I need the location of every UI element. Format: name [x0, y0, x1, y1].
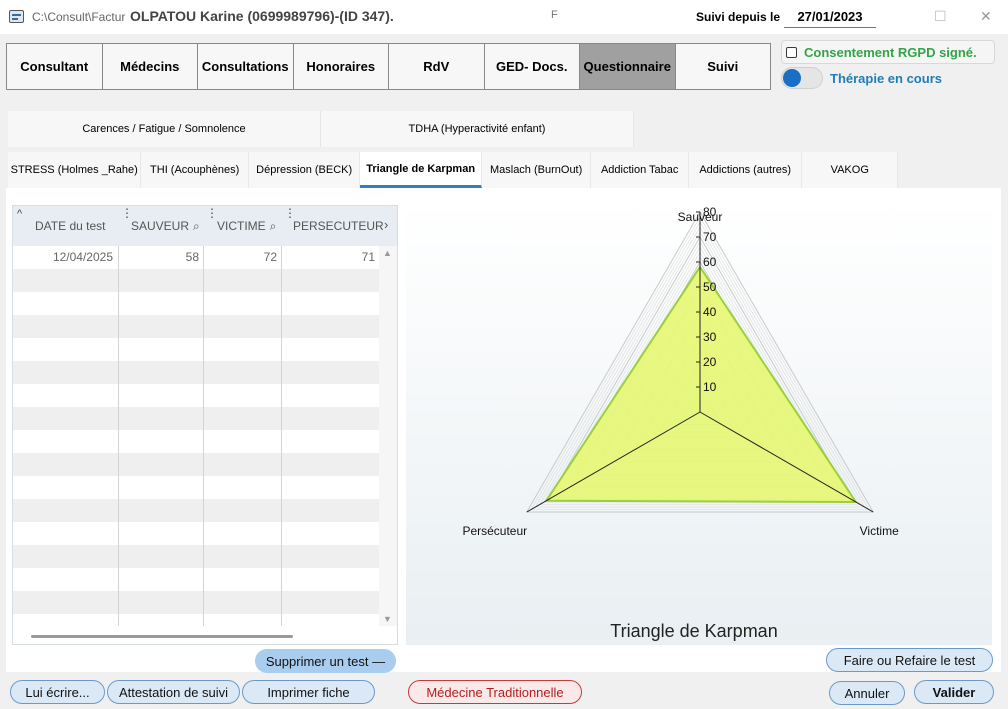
close-icon[interactable]: ✕: [980, 8, 992, 25]
horizontal-scrollbar[interactable]: [31, 635, 293, 638]
main-tab-0[interactable]: Consultant: [7, 44, 103, 89]
table-row[interactable]: [13, 315, 381, 338]
col-persecuteur[interactable]: PERSECUTEUR: [293, 206, 384, 246]
category-tab-1[interactable]: TDHA (Hyperactivité enfant): [321, 111, 634, 147]
tick-label: 10: [703, 380, 717, 394]
sort-up-icon[interactable]: ^: [17, 208, 22, 220]
rgpd-label: Consentement RGPD signé.: [804, 44, 977, 60]
annuler-button[interactable]: Annuler: [829, 681, 905, 705]
table-row[interactable]: [13, 407, 381, 430]
chart-title: Triangle de Karpman: [610, 621, 777, 641]
table-cell: 71: [361, 250, 375, 264]
table-body: 12/04/2025 58 72 71: [13, 246, 381, 626]
column-divider: [118, 246, 119, 626]
valider-button[interactable]: Valider: [914, 680, 994, 704]
main-tab-7[interactable]: Suivi: [675, 44, 770, 89]
sub-tab-1[interactable]: THI (Acouphènes): [141, 152, 249, 188]
sub-tab-0[interactable]: STRESS (Holmes _Rahe): [8, 152, 142, 188]
main-tab-1[interactable]: Médecins: [102, 44, 198, 89]
table-row[interactable]: [13, 338, 381, 361]
sub-tab-3[interactable]: Triangle de Karpman: [360, 152, 482, 188]
suivi-date-field[interactable]: 27/01/2023: [784, 6, 876, 28]
sub-tab-5[interactable]: Addiction Tabac: [591, 152, 689, 188]
faire-test-button[interactable]: Faire ou Refaire le test: [826, 648, 993, 672]
table-cell: 58: [185, 250, 199, 264]
main-tab-6[interactable]: Questionnaire: [580, 44, 676, 89]
table-row[interactable]: [13, 614, 381, 637]
results-table: ^ DATE du test ⋮ SAUVEUR ⌕ ⋮ VICTIME ⌕ ⋮ P…: [12, 205, 398, 645]
main-tab-4[interactable]: RdV: [389, 44, 485, 89]
toggle-knob: [783, 69, 801, 87]
rgpd-consent[interactable]: Consentement RGPD signé.: [781, 40, 995, 64]
table-row[interactable]: [13, 545, 381, 568]
col-victime[interactable]: VICTIME ⌕: [217, 206, 293, 246]
patient-title: OLPATOU Karine (0699989796)-(ID 347).: [130, 8, 394, 24]
sub-tab-2[interactable]: Dépression (BECK): [248, 152, 361, 188]
maximize-icon[interactable]: ☐: [934, 8, 947, 25]
chevron-right-icon[interactable]: ›: [384, 217, 388, 232]
vertical-scrollbar[interactable]: ▲ ▼: [379, 246, 397, 626]
col-date[interactable]: DATE du test: [35, 206, 115, 246]
imprimer-fiche-button[interactable]: Imprimer fiche: [242, 680, 375, 704]
main-tab-5[interactable]: GED- Docs.: [484, 44, 580, 89]
rgpd-checkbox[interactable]: [786, 46, 797, 58]
therapie-label: Thérapie en cours: [830, 71, 942, 86]
main-tabs: Consultant Médecins Consultations Honoraire…: [6, 43, 771, 90]
axis-label: Victime: [860, 524, 899, 538]
scroll-up-icon[interactable]: ▲: [383, 248, 392, 258]
category-tabs: Carences / Fatigue / Somnolence TDHA (Hyp…: [8, 111, 634, 147]
axis-label: Persécuteur: [462, 524, 527, 538]
table-row[interactable]: [13, 269, 381, 292]
category-tab-0[interactable]: Carences / Fatigue / Somnolence: [8, 111, 321, 147]
medecine-traditionnelle-button[interactable]: Médecine Traditionnelle: [408, 680, 582, 704]
sub-tab-7[interactable]: VAKOG: [802, 152, 899, 188]
table-row[interactable]: 12/04/2025 58 72 71: [13, 246, 381, 269]
table-row[interactable]: [13, 361, 381, 384]
col-sauveur[interactable]: SAUVEUR ⌕: [131, 206, 215, 246]
scroll-down-icon[interactable]: ▼: [383, 614, 392, 624]
lui-ecrire-button[interactable]: Lui écrire...: [10, 680, 105, 704]
sub-tab-4[interactable]: Maslach (BurnOut): [481, 152, 592, 188]
table-row[interactable]: [13, 384, 381, 407]
search-icon[interactable]: ⌕: [193, 219, 200, 234]
table-row[interactable]: [13, 292, 381, 315]
sub-tab-6[interactable]: Addictions (autres): [688, 152, 803, 188]
table-row[interactable]: [13, 522, 381, 545]
supprimer-test-button[interactable]: Supprimer un test —: [255, 649, 396, 673]
table-row[interactable]: [13, 476, 381, 499]
table-cell: 72: [263, 250, 277, 264]
table-row[interactable]: [13, 499, 381, 522]
tick-label: 70: [703, 230, 717, 244]
window-path: C:\Consult\Factur: [32, 10, 126, 24]
title-marker: F: [551, 9, 558, 21]
axis-label: Sauveur: [678, 210, 723, 224]
title-bar: C:\Consult\Factur OLPATOU Karine (069998…: [0, 0, 1008, 34]
search-icon[interactable]: ⌕: [270, 219, 277, 234]
tick-label: 30: [703, 330, 717, 344]
column-divider: [203, 246, 204, 626]
main-tab-2[interactable]: Consultations: [198, 44, 294, 89]
attestation-button[interactable]: Attestation de suivi: [107, 680, 240, 704]
tick-label: 50: [703, 280, 717, 294]
app-icon: [9, 10, 24, 23]
therapie-toggle[interactable]: [781, 67, 823, 89]
table-row[interactable]: [13, 430, 381, 453]
suivi-label: Suivi depuis le: [696, 10, 781, 24]
questionnaire-tabs: STRESS (Holmes _Rahe) THI (Acouphènes) Dép…: [8, 152, 899, 188]
karpman-radar-chart: 1020304050607080 SauveurVictimePersécute…: [406, 200, 992, 645]
tick-label: 60: [703, 255, 717, 269]
table-row[interactable]: [13, 453, 381, 476]
tick-label: 40: [703, 305, 717, 319]
column-divider: [281, 246, 282, 626]
tick-label: 20: [703, 355, 717, 369]
table-row[interactable]: [13, 568, 381, 591]
table-row[interactable]: [13, 591, 381, 614]
table-header: ^ DATE du test ⋮ SAUVEUR ⌕ ⋮ VICTIME ⌕ ⋮ P…: [13, 206, 397, 246]
table-cell: 12/04/2025: [52, 250, 113, 264]
main-tab-3[interactable]: Honoraires: [293, 44, 389, 89]
